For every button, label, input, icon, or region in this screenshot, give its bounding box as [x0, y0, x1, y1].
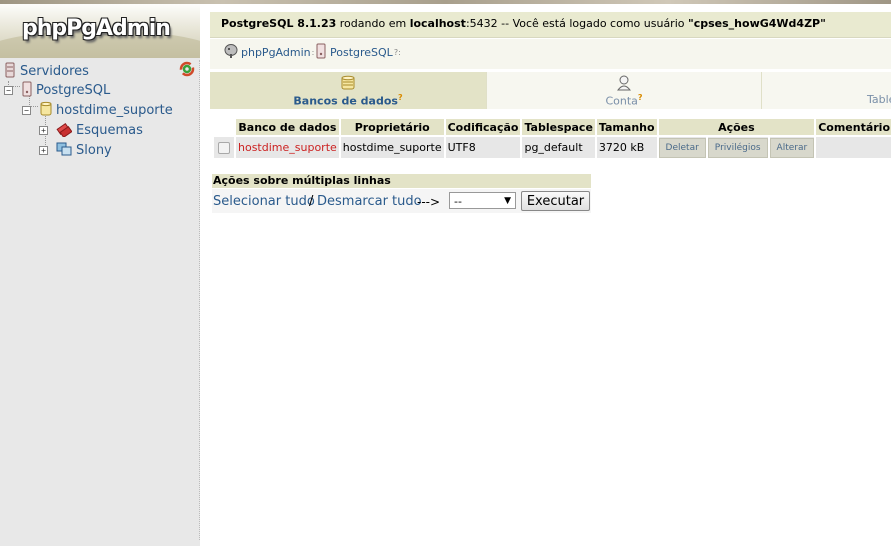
- link-separator: /: [309, 194, 314, 209]
- tab-account[interactable]: Conta?: [487, 72, 762, 109]
- tree-item-label[interactable]: PostgreSQL: [36, 83, 110, 98]
- schemas-icon: [56, 121, 73, 140]
- main-content: PostgreSQL 8.1.23 rodando em localhost:5…: [210, 4, 891, 546]
- alter-button[interactable]: Alterar: [769, 137, 815, 158]
- action-select[interactable]: -- ▼: [449, 192, 516, 209]
- multi-actions-row: Selecionar tudo / Desmarcar tudo ---> --…: [212, 189, 591, 213]
- chevron-down-icon: ▼: [504, 196, 511, 206]
- execute-button[interactable]: Executar: [521, 191, 590, 211]
- column-header: Banco de dados: [236, 119, 339, 135]
- privileges-button[interactable]: Privilégios: [707, 137, 768, 158]
- multi-actions-title: Ações sobre múltiplas linhas: [212, 174, 591, 188]
- server-status-text: PostgreSQL 8.1.23 rodando em localhost:5…: [221, 17, 826, 30]
- breadcrumb-label[interactable]: phpPgAdmin: [241, 46, 311, 59]
- help-icon[interactable]: ?: [398, 93, 403, 102]
- login-text: :5432 -- Você está logado como usuário: [465, 17, 685, 30]
- tree-item-database[interactable]: − hostdime_suporte: [22, 101, 173, 120]
- breadcrumb-item-postgresql[interactable]: PostgreSQL?:: [316, 43, 401, 62]
- column-header: Tamanho: [596, 119, 657, 135]
- breadcrumb-suffix: :: [311, 48, 315, 57]
- comment-cell: [816, 137, 891, 158]
- size-cell: 3720 kB: [596, 137, 657, 158]
- tree-item-servidores[interactable]: Servidores: [4, 62, 89, 81]
- breadcrumb: phpPgAdmin: PostgreSQL?:: [210, 39, 891, 69]
- table-row: hostdime_suporte hostdime_suporte UTF8 p…: [214, 137, 891, 158]
- breadcrumb-item-phppgadmin[interactable]: phpPgAdmin:: [223, 43, 314, 62]
- select-all-link[interactable]: Selecionar tudo: [213, 194, 315, 209]
- server-status-bar: PostgreSQL 8.1.23 rodando em localhost:5…: [210, 12, 891, 38]
- encoding-cell: UTF8: [445, 137, 521, 158]
- tree-item-postgresql[interactable]: − PostgreSQL: [4, 81, 110, 100]
- database-name-link[interactable]: hostdime_suporte: [236, 137, 339, 158]
- tree-item-label[interactable]: hostdime_suporte: [56, 103, 173, 118]
- user-icon: [616, 75, 632, 94]
- running-on-text: rodando em: [339, 17, 407, 30]
- server-version: PostgreSQL 8.1.23: [221, 17, 337, 30]
- tab-tablespaces[interactable]: Table: [762, 72, 891, 109]
- table-header-row: Banco de dados Proprietário Codificação …: [214, 119, 891, 135]
- expand-icon[interactable]: +: [39, 146, 48, 155]
- tab-bar: Bancos de dados? Conta? Table: [210, 72, 891, 109]
- database-icon: [40, 101, 52, 120]
- row-checkbox[interactable]: [218, 142, 230, 154]
- tab-label[interactable]: Table: [867, 93, 891, 106]
- login-user: "cpses_howG4Wd4ZP": [688, 17, 826, 30]
- databases-table: Banco de dados Proprietário Codificação …: [212, 117, 891, 160]
- server-icon: [22, 81, 32, 100]
- server-host: localhost: [409, 17, 466, 30]
- breadcrumb-suffix: ?:: [393, 48, 401, 57]
- tab-label[interactable]: Conta: [605, 95, 637, 108]
- tree-item-label[interactable]: Esquemas: [76, 123, 143, 138]
- column-header: Ações: [658, 119, 815, 135]
- app-logo[interactable]: phpPgAdmin: [0, 4, 200, 58]
- expand-icon[interactable]: +: [39, 126, 48, 135]
- tab-databases[interactable]: Bancos de dados?: [210, 72, 487, 109]
- tree-item-label[interactable]: Slony: [76, 143, 112, 158]
- action-cell: Alterar: [769, 137, 815, 158]
- elephant-icon: [223, 43, 239, 62]
- tab-label[interactable]: Bancos de dados: [293, 95, 398, 108]
- delete-button[interactable]: Deletar: [658, 137, 706, 158]
- collapse-icon[interactable]: −: [22, 106, 31, 115]
- sidebar-divider: [199, 60, 200, 540]
- collapse-icon[interactable]: −: [4, 86, 13, 95]
- row-select-cell: [214, 137, 234, 158]
- deselect-all-link[interactable]: Desmarcar tudo: [317, 194, 422, 209]
- logo-text: phpPgAdmin: [22, 16, 171, 41]
- tree-item-label[interactable]: Servidores: [20, 64, 89, 79]
- arrow-text: --->: [417, 195, 441, 209]
- column-header: Proprietário: [340, 119, 444, 135]
- column-header: Codificação: [445, 119, 521, 135]
- action-select-value: --: [454, 195, 462, 208]
- column-header: Comentário: [816, 119, 891, 135]
- column-header: Tablespace: [522, 119, 595, 135]
- header-select: [214, 119, 234, 135]
- refresh-icon[interactable]: [179, 61, 195, 80]
- tree-item-slony[interactable]: + Slony: [39, 141, 112, 160]
- server-icon: [316, 43, 326, 62]
- sidebar: phpPgAdmin Servidores − PostgreSQL − hos…: [0, 4, 200, 546]
- tablespace-cell: pg_default: [522, 137, 595, 158]
- owner-cell: hostdime_suporte: [340, 137, 444, 158]
- slony-icon: [56, 141, 72, 160]
- tree-item-esquemas[interactable]: + Esquemas: [39, 121, 143, 140]
- database-icon: [341, 75, 355, 94]
- help-icon[interactable]: ?: [638, 93, 643, 102]
- action-cell: Privilégios: [707, 137, 768, 158]
- action-cell: Deletar: [658, 137, 706, 158]
- breadcrumb-label[interactable]: PostgreSQL: [330, 46, 393, 59]
- servers-icon: [4, 62, 16, 81]
